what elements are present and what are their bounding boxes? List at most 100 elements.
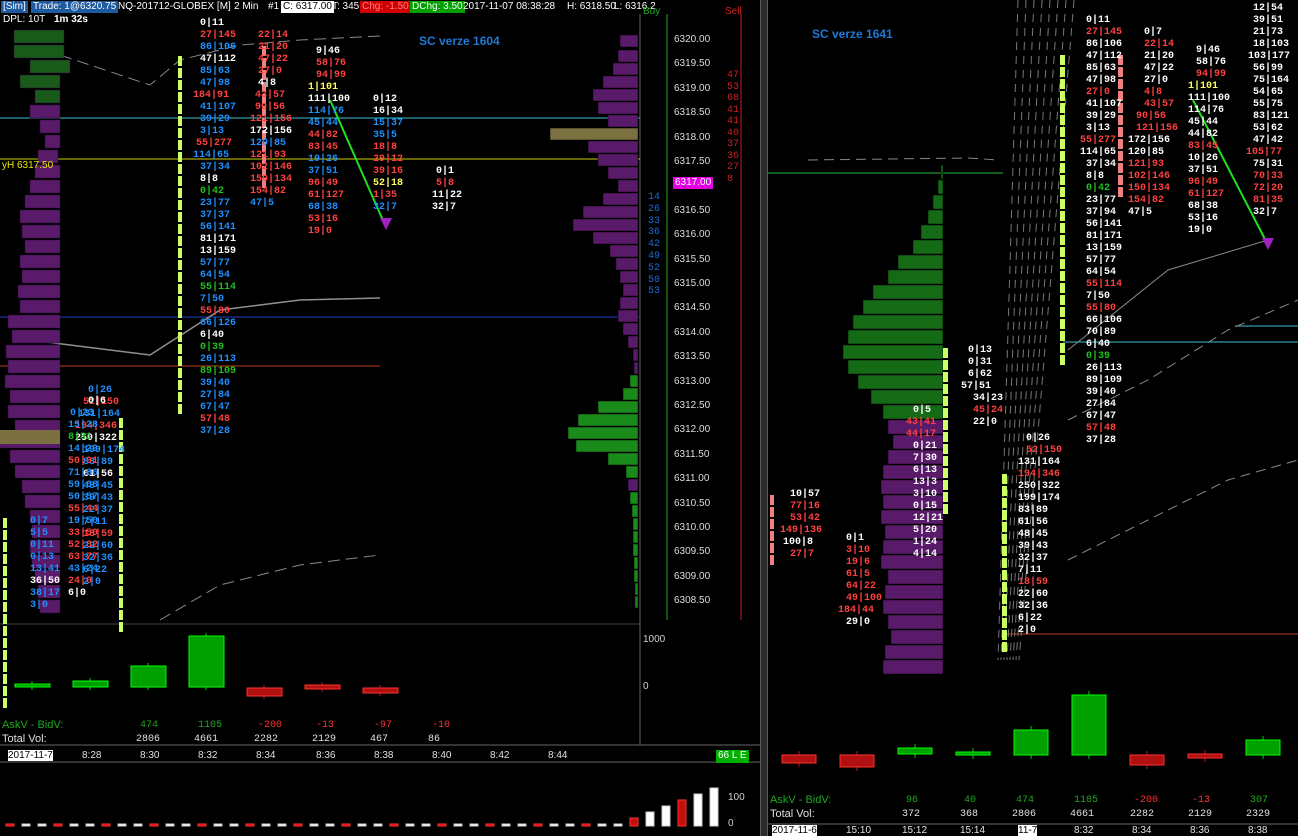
footprint-cell: 55|75 — [1253, 99, 1284, 110]
mini-candle — [629, 817, 639, 827]
footprint-cell: 45|44 — [1188, 117, 1219, 128]
volume-candle — [955, 751, 991, 756]
footprint-cell: 0|7 — [1144, 27, 1163, 38]
buy-number: 33 — [648, 215, 661, 227]
totalvol-value: 467 — [370, 734, 389, 745]
right-chart-pane[interactable]: SC verze 1641 0|11 27|145 86|106 47|112 85|6… — [768, 0, 1298, 836]
totalvol-value-right: 368 — [960, 809, 979, 820]
footprint-cell: 39|43 — [1018, 541, 1049, 552]
left-volume-profile-bar — [7, 404, 61, 419]
footprint-cell: 6|62 — [968, 369, 993, 380]
sell-number: 27 — [727, 162, 740, 173]
totalvol-value: 2806 — [136, 734, 161, 745]
footprint-cell: 14|29 — [68, 444, 99, 455]
footprint-cell: 32|36 — [1018, 601, 1049, 612]
footprint-cell: 36|50 — [30, 576, 61, 587]
footprint-cell: 81|171 — [200, 234, 237, 245]
right-volume-profile-bar — [920, 224, 944, 240]
footprint-cell: 58|76 — [316, 58, 347, 69]
footprint-cell: 16|34 — [373, 106, 404, 117]
footprint-cell: 114|65 — [193, 150, 230, 161]
bar-profile-column — [1002, 522, 1007, 532]
mini-candle — [181, 823, 191, 827]
sell-imbalance-marker — [1118, 187, 1123, 197]
footprint-cell: 13|159 — [1086, 243, 1123, 254]
right-volume-profile-bar — [632, 517, 639, 531]
bar-profile-column — [1002, 546, 1007, 556]
footprint-cell: 0|1 — [436, 166, 455, 177]
footprint-cell: 111|100 — [1188, 93, 1231, 104]
mini-candle — [581, 823, 591, 827]
sell-number: 37 — [727, 139, 740, 150]
bar-profile-column — [943, 372, 948, 382]
footprint-cell: 54|65 — [1253, 87, 1284, 98]
footprint-cell: 11|22 — [432, 190, 463, 201]
bar-profile-column — [1060, 235, 1065, 245]
footprint-cell: 121|93 — [1128, 159, 1165, 170]
totalvol-value: 4661 — [194, 734, 219, 745]
right-volume-profile-bar — [619, 270, 639, 284]
right-volume-profile-bar — [857, 374, 944, 390]
right-volume-profile-bar — [615, 257, 639, 271]
footprint-cell: 35|5 — [373, 130, 398, 141]
sell-imbalance-marker — [1118, 79, 1123, 89]
interval-label: 2 Min — [234, 1, 259, 12]
footprint-cell: 154|82 — [250, 186, 287, 197]
footprint-cell: 47|98 — [1086, 75, 1117, 86]
footprint-cell: 64|54 — [1086, 267, 1117, 278]
left-chart-pane[interactable]: [Sim] Trade: 1@6320.75 NQ-201712-GLOBEX … — [0, 0, 760, 836]
bar-profile-column — [178, 380, 182, 390]
footprint-cell: 7|11 — [1018, 565, 1043, 576]
bar-profile-column — [3, 590, 7, 600]
footprint-cell: 53|16 — [308, 214, 339, 225]
footprint-cell: 114|76 — [308, 106, 345, 117]
totalvol-label: Total Vol: — [2, 733, 47, 745]
right-volume-profile-bar — [607, 452, 639, 466]
volume-candle — [1071, 694, 1107, 756]
right-volume-profile-bar — [567, 426, 639, 440]
mini-candle — [117, 823, 127, 827]
footprint-cell: 37|94 — [1086, 207, 1117, 218]
footprint-cell: 56|141 — [200, 222, 237, 233]
footprint-cell: 47|112 — [200, 54, 237, 65]
bar-profile-column — [1060, 139, 1065, 149]
volume-candle — [781, 754, 817, 764]
footprint-cell: 102|146 — [250, 162, 293, 173]
price-tick: 6308.50 — [674, 595, 711, 607]
bar-profile-column — [1002, 534, 1007, 544]
footprint-cell: 22|14 — [258, 30, 289, 41]
left-volume-profile-bar — [24, 194, 61, 209]
footprint-cell: 0|12 — [373, 94, 398, 105]
footprint-cell: 120|85 — [1128, 147, 1165, 158]
sell-column-label: Sell — [725, 6, 742, 17]
bar-profile-column — [178, 260, 182, 270]
pane-divider[interactable] — [760, 0, 768, 836]
totalvol-value-right: 372 — [902, 809, 921, 820]
left-volume-profile-bar — [17, 284, 61, 299]
footprint-cell: 8|8 — [1086, 171, 1105, 182]
footprint-cell: 29|0 — [846, 617, 871, 628]
band-right-low — [1067, 459, 1298, 561]
footprint-cell: 55|277 — [1080, 135, 1117, 146]
right-volume-profile-bar — [582, 205, 639, 219]
bar-profile-column — [119, 550, 123, 560]
footprint-cell: 41|107 — [200, 102, 237, 113]
footprint-cell: 250|322 — [1018, 481, 1061, 492]
left-volume-profile-bar — [29, 59, 71, 74]
price-tick: 6318.50 — [674, 107, 711, 119]
footprint-cell: 114|65 — [1080, 147, 1117, 158]
chart-number: #1 — [268, 1, 280, 12]
footprint-cell: 7|50 — [1086, 291, 1111, 302]
bar-profile-column — [1060, 259, 1065, 269]
totalvol-value: 2129 — [312, 734, 337, 745]
sell-imbalance-marker — [770, 519, 774, 529]
bar-profile-column — [178, 104, 182, 114]
right-volume-profile-bar — [884, 644, 944, 660]
mini-candle — [341, 823, 351, 827]
footprint-cell: 150|134 — [250, 174, 293, 185]
tick-count: T: 345 — [332, 1, 360, 12]
bar-profile-column — [1002, 570, 1007, 580]
footprint-cell: 44|82 — [308, 130, 339, 141]
price-tick: 6309.50 — [674, 546, 711, 558]
footprint-cell: 0|23 — [70, 408, 95, 419]
